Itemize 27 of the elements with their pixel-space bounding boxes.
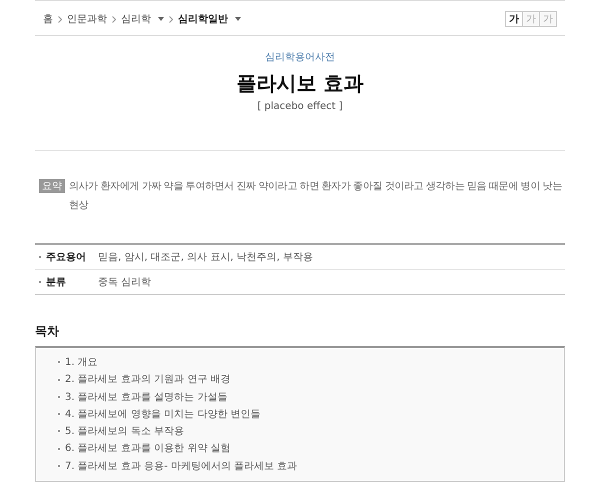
caret-icon[interactable] xyxy=(158,17,164,21)
summary-badge: 요약 xyxy=(39,179,65,193)
chevron-icon xyxy=(112,16,116,22)
breadcrumb-link[interactable]: 심리학 xyxy=(121,12,151,26)
toc-link[interactable]: 2. 플라세보 효과의 기원과 연구 배경 xyxy=(65,374,230,386)
entry-title: 플라시보 효과 xyxy=(236,70,364,97)
info-label: 분류 xyxy=(46,276,67,289)
toc-heading: 목차 xyxy=(35,323,60,340)
toc-link[interactable]: 1. 개요 xyxy=(65,357,98,368)
caret-icon[interactable] xyxy=(235,17,241,21)
toc-link[interactable]: 6. 플라세보 효과를 이용한 위약 실험 xyxy=(65,443,230,454)
toc-link[interactable]: 7. 플라세보 효과 응용- 마케팅에서의 플라세보 효과 xyxy=(65,460,298,472)
font-size-button[interactable]: 가 xyxy=(505,11,523,27)
entry-subtitle: [ placebo effect ] xyxy=(256,101,344,112)
breadcrumb-link[interactable]: 심리학일반 xyxy=(178,12,228,26)
info-value: 믿음, 암시, 대조군, 의사 표시, 낙천주의, 부작용 xyxy=(98,251,313,264)
breadcrumb-link[interactable]: 홈 xyxy=(43,12,53,26)
toc-link[interactable]: 3. 플라세보 효과를 설명하는 가설들 xyxy=(65,392,228,403)
info-label: 주요용어 xyxy=(46,251,87,264)
toc-link[interactable]: 4. 플라세보에 영향을 미치는 다양한 변인들 xyxy=(65,408,260,420)
dictionary-name[interactable]: 심리학용어사전 xyxy=(35,50,565,64)
chevron-icon xyxy=(169,16,173,22)
toc-link[interactable]: 5. 플라세보의 독소 부작용 xyxy=(65,426,184,438)
info-value: 중독 심리학 xyxy=(98,276,152,289)
breadcrumb-link[interactable]: 인문과학 xyxy=(67,12,107,26)
summary-text: 의사가 환자에게 가짜 약을 투여하면서 진짜 약이라고 하면 환자가 좋아질 것이라고 생각하는 믿음 때문에 병이 낫는 현상 xyxy=(69,180,563,213)
chevron-icon xyxy=(58,16,62,22)
